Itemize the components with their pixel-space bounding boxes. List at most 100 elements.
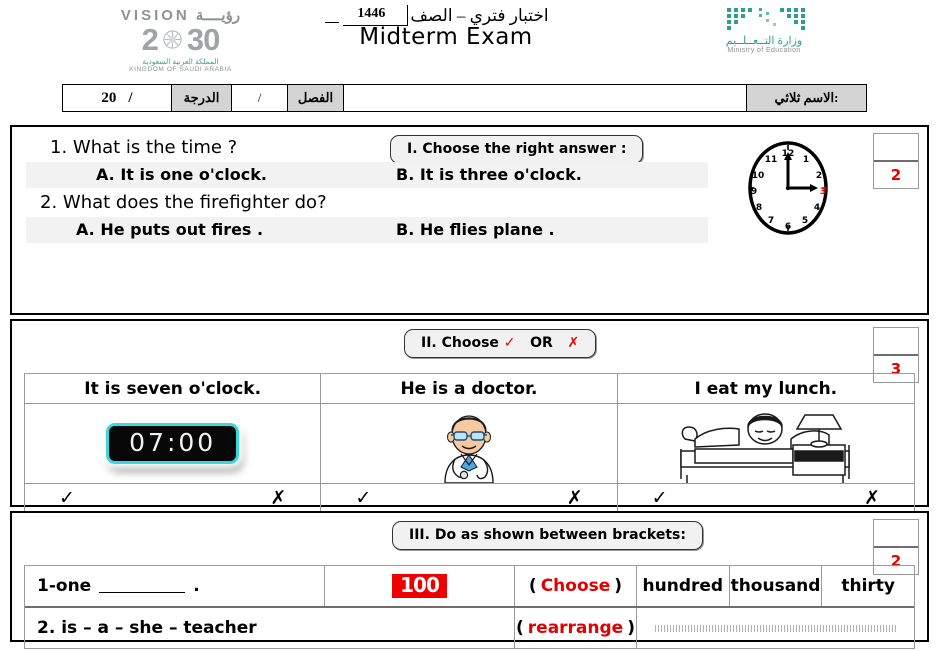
digital-clock-icon: 07:00 xyxy=(106,423,240,464)
moe-name-english: Ministry of Education xyxy=(727,47,801,54)
section-three: III. Do as shown between brackets: 2 1-o… xyxy=(10,511,929,649)
image-row: 07:00 xyxy=(25,404,914,484)
analog-clock-wrapper: 12 1 2 3 4 5 6 7 8 9 10 11 xyxy=(742,138,834,243)
row-1-instruction: ( Choose ) xyxy=(515,566,637,606)
vision-logo-year-right: 30 xyxy=(186,22,220,57)
mark-cell-1[interactable]: ✓ ✗ xyxy=(25,484,322,512)
check-icon: ✓ xyxy=(503,335,516,351)
row-2-prompt-prefix: 2. is – a – she – teacher xyxy=(37,618,257,638)
check-icon[interactable]: ✓ xyxy=(355,487,371,509)
cross-icon: ✗ xyxy=(567,335,580,351)
class-value-cell[interactable]: / xyxy=(231,85,287,111)
section-two-banner-or: OR xyxy=(530,335,553,351)
digital-clock-cell: 07:00 xyxy=(25,404,322,484)
answer-mark-row: ✓ ✗ ✓ ✗ ✓ ✗ xyxy=(25,484,914,512)
svg-text:11: 11 xyxy=(765,155,778,165)
section-two-banner-prefix: II. Choose xyxy=(421,335,499,351)
table-row: 1-one . 100 ( Choose ) hundred thousand … xyxy=(25,566,914,608)
svg-text:4: 4 xyxy=(814,203,820,213)
question-2-option-a[interactable]: A. He puts out fires . xyxy=(26,220,396,239)
statement-cell-1: It is seven o'clock. xyxy=(25,374,322,404)
cross-icon[interactable]: ✗ xyxy=(864,487,880,509)
exam-title-block: اختبار فتري – الصف 1446 Midterm Exam xyxy=(296,4,596,50)
section-three-header: III. Do as shown between brackets: 2 xyxy=(12,513,927,575)
hundred-badge-icon: 100 xyxy=(392,574,447,598)
check-icon[interactable]: ✓ xyxy=(59,487,75,509)
section-one-score-total: 2 xyxy=(890,166,902,184)
question-1-prompt: 1. What is the time ? xyxy=(50,137,238,158)
row-1-choice-3[interactable]: thirty xyxy=(822,566,914,606)
statement-row: It is seven o'clock. He is a doctor. I e… xyxy=(25,374,914,404)
row-1-prompt-suffix: . xyxy=(193,576,200,596)
section-one-questions: 1. What is the time ? A. It is one o'clo… xyxy=(26,135,726,245)
section-one-score-box[interactable]: 2 xyxy=(873,133,919,189)
svg-text:7: 7 xyxy=(768,216,774,226)
section-two-header: II. Choose ✓ OR ✗ 3 xyxy=(12,321,927,383)
vision-logo-wordmark: VISION رؤيــــة xyxy=(88,8,273,23)
svg-text:1: 1 xyxy=(803,155,809,165)
student-info-table: 20 / الدرجة / الفصل الاسم ثلاثي: xyxy=(62,84,867,112)
row-2-instruction-word: rearrange xyxy=(527,618,624,638)
exam-year-box: 1446 xyxy=(325,5,409,26)
row-2-instruction: ( rearrange ) xyxy=(515,608,637,648)
bracket-open: ( xyxy=(516,618,524,638)
table-row: 2. is – a – she – teacher ( rearrange ) xyxy=(25,608,914,648)
row-1-badge-cell: 100 xyxy=(325,566,515,606)
svg-text:8: 8 xyxy=(756,203,762,213)
svg-text:10: 10 xyxy=(752,171,765,181)
bracket-close: ) xyxy=(614,576,623,596)
child-waking-in-bed-icon xyxy=(680,412,851,483)
row-2-prompt: 2. is – a – she – teacher xyxy=(25,608,515,648)
grade-value-cell[interactable]: 20 / xyxy=(63,85,171,111)
ministry-of-education-logo: وزارة التــعــلــيم Ministry of Educatio… xyxy=(689,6,839,54)
student-name-label-cell: الاسم ثلاثي: xyxy=(746,85,866,111)
exam-title-arabic-row: اختبار فتري – الصف 1446 xyxy=(296,4,596,26)
answer-dotted-line xyxy=(655,624,896,632)
vision-logo-word-en: VISION xyxy=(120,7,190,24)
svg-text:2: 2 xyxy=(816,171,822,181)
moe-name-arabic: وزارة التــعــلــيم xyxy=(725,35,803,47)
row-1-prompt: 1-one . xyxy=(25,566,325,606)
row-2-answer-field[interactable] xyxy=(637,608,914,648)
row-1-choice-2[interactable]: thousand xyxy=(730,566,823,606)
question-2-options: A. He puts out fires . B. He flies plane… xyxy=(26,217,708,243)
vision-2030-logo: VISION رؤيــــة 2 30 المملكة العربية الس… xyxy=(88,8,273,73)
question-1-option-b[interactable]: B. It is three o'clock. xyxy=(396,165,708,184)
row-1-prompt-prefix: 1-one xyxy=(37,576,92,596)
mark-cell-3[interactable]: ✓ ✗ xyxy=(617,484,914,512)
grade-slash: / xyxy=(128,89,133,106)
grade-label-cell: الدرجة xyxy=(171,85,231,111)
grade-total: 20 xyxy=(101,89,117,106)
section-three-score-earned[interactable] xyxy=(874,520,918,548)
vision-logo-word-ar: رؤيــــة xyxy=(195,7,241,24)
row-1-choice-1[interactable]: hundred xyxy=(637,566,730,606)
bed-image-cell xyxy=(617,404,914,484)
exam-year-value: 1446 xyxy=(357,6,386,21)
question-1-option-a[interactable]: A. It is one o'clock. xyxy=(26,165,396,184)
section-two-score-earned[interactable] xyxy=(874,328,918,356)
class-label-cell: الفصل xyxy=(287,85,343,111)
student-name-input-cell[interactable] xyxy=(343,85,746,111)
section-three-table: 1-one . 100 ( Choose ) hundred thousand … xyxy=(24,565,915,649)
check-icon[interactable]: ✓ xyxy=(652,487,668,509)
exam-title-arabic: اختبار فتري – الصف xyxy=(410,6,549,25)
question-2-option-b[interactable]: B. He flies plane . xyxy=(396,220,708,239)
analog-clock-icon: 12 1 2 3 4 5 6 7 8 9 10 11 xyxy=(748,141,828,235)
row-1-blank[interactable] xyxy=(99,580,186,593)
section-three-banner: III. Do as shown between brackets: xyxy=(392,521,703,550)
vision-logo-kingdom-en: KINGDOM OF SAUDI ARABIA xyxy=(129,66,232,73)
cross-icon[interactable]: ✗ xyxy=(270,487,286,509)
vision-logo-kingdom-ar: المملكة العربية السعودية xyxy=(142,57,219,66)
cross-icon[interactable]: ✗ xyxy=(567,487,583,509)
bracket-open: ( xyxy=(528,576,537,596)
svg-text:5: 5 xyxy=(802,216,808,226)
exam-year-dash xyxy=(325,22,340,23)
section-one-score-earned[interactable] xyxy=(874,134,918,162)
saudi-palm-emblem-icon xyxy=(159,26,186,53)
section-two: II. Choose ✓ OR ✗ 3 It is seven o'clock.… xyxy=(10,319,929,512)
statement-cell-3: I eat my lunch. xyxy=(617,374,914,404)
mark-cell-2[interactable]: ✓ ✗ xyxy=(321,484,618,512)
bracket-close: ) xyxy=(627,618,635,638)
exam-title-english: Midterm Exam xyxy=(359,24,533,50)
vision-logo-year: 2 30 xyxy=(88,24,273,55)
